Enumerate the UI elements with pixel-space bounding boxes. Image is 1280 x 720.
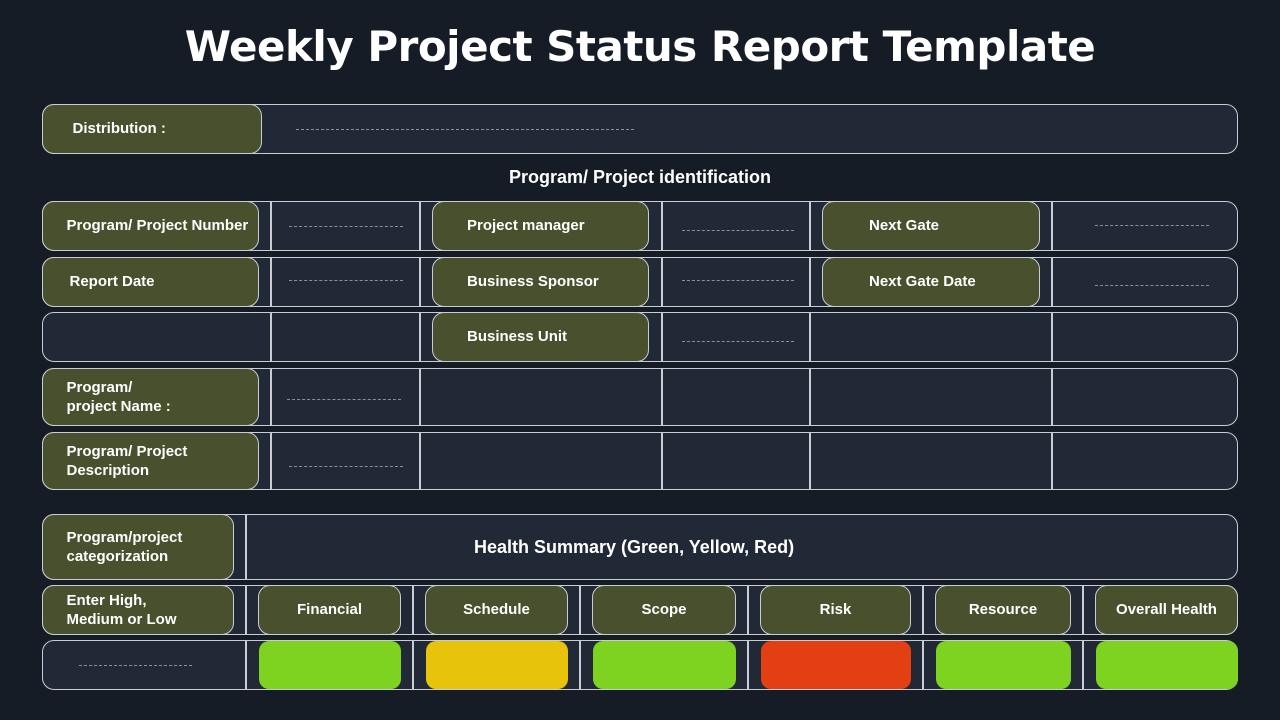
next-gate-date-field[interactable]	[1095, 285, 1209, 286]
entry-label-text: Enter High, Medium or Low	[66, 591, 177, 628]
project-manager-label-text: Project manager	[467, 217, 585, 234]
id-row-1: Program/ Project Number Project manager …	[41, 200, 1238, 251]
business-unit-label-text: Business Unit	[467, 328, 568, 345]
divider	[412, 586, 414, 634]
divider	[809, 369, 811, 425]
risk-label: Risk	[760, 584, 911, 635]
business-sponsor-field[interactable]	[682, 280, 794, 281]
divider	[1051, 313, 1053, 361]
divider	[270, 369, 272, 425]
next-gate-date-label-text: Next Gate Date	[869, 273, 976, 290]
divider	[270, 433, 272, 489]
project-name-label-text: Program/ project Name :	[66, 378, 171, 415]
divider	[579, 641, 581, 689]
id-row-2: Report Date Business Sponsor Next Gate D…	[41, 256, 1238, 307]
categorization-label-text: Program/project categorization	[66, 528, 183, 565]
divider	[245, 515, 247, 579]
report-date-label-text: Report Date	[69, 273, 155, 290]
divider	[661, 313, 663, 361]
divider	[419, 313, 421, 361]
health-summary-title: Health Summary (Green, Yellow, Red)	[474, 537, 795, 557]
next-gate-field[interactable]	[1095, 225, 1209, 226]
id-row-5: Program/ Project Description	[41, 431, 1238, 490]
business-unit-field[interactable]	[682, 341, 794, 342]
divider	[419, 369, 421, 425]
divider	[412, 641, 414, 689]
divider	[747, 586, 749, 634]
report-date-label: Report Date	[41, 256, 259, 307]
divider	[1082, 586, 1084, 634]
distribution-label: Distribution :	[41, 103, 262, 154]
divider	[661, 369, 663, 425]
divider	[1082, 641, 1084, 689]
overall-health-status[interactable]	[1096, 641, 1238, 689]
business-sponsor-label-text: Business Sponsor	[467, 273, 599, 290]
divider	[419, 433, 421, 489]
distribution-label-text: Distribution :	[72, 120, 166, 137]
risk-status[interactable]	[761, 641, 911, 689]
report-date-field[interactable]	[289, 280, 403, 281]
distribution-field[interactable]	[296, 129, 634, 130]
project-name-field[interactable]	[287, 399, 401, 400]
next-gate-label-text: Next Gate	[869, 217, 940, 234]
next-gate-label: Next Gate	[822, 200, 1040, 251]
divider	[419, 258, 421, 306]
divider	[270, 258, 272, 306]
divider	[747, 641, 749, 689]
financial-label: Financial	[258, 584, 401, 635]
next-gate-date-label: Next Gate Date	[822, 256, 1040, 307]
scope-status[interactable]	[593, 641, 736, 689]
resource-label: Resource	[935, 584, 1071, 635]
project-manager-field[interactable]	[682, 230, 794, 231]
project-number-field[interactable]	[289, 226, 403, 227]
project-number-label-text: Program/ Project Number	[66, 217, 249, 234]
business-sponsor-label: Business Sponsor	[432, 256, 649, 307]
divider	[579, 586, 581, 634]
divider	[922, 586, 924, 634]
project-description-label: Program/ Project Description	[41, 431, 259, 490]
project-name-label: Program/ project Name :	[41, 367, 259, 426]
divider	[1051, 369, 1053, 425]
page-title: Weekly Project Status Report Template	[184, 22, 1096, 71]
divider	[419, 202, 421, 250]
financial-status[interactable]	[259, 641, 401, 689]
health-status-row	[42, 640, 1238, 690]
divider	[245, 586, 247, 634]
identification-heading: Program/ Project identification	[508, 167, 772, 187]
business-unit-label: Business Unit	[432, 311, 649, 362]
divider	[922, 641, 924, 689]
scope-label: Scope	[592, 584, 736, 635]
divider	[245, 641, 247, 689]
categorization-row: Program/project categorization Health Su…	[41, 513, 1238, 580]
entry-label: Enter High, Medium or Low	[41, 584, 234, 635]
resource-status[interactable]	[936, 641, 1071, 689]
id-row-3: Business Unit	[42, 311, 1238, 362]
id-row-4: Program/ project Name :	[41, 367, 1238, 426]
divider	[661, 202, 663, 250]
project-manager-label: Project manager	[432, 200, 649, 251]
overall-health-label: Overall Health	[1095, 584, 1238, 635]
divider	[270, 202, 272, 250]
project-number-label: Program/ Project Number	[41, 200, 259, 251]
divider	[809, 258, 811, 306]
divider	[661, 258, 663, 306]
health-labels-row: Enter High, Medium or Low Financial Sche…	[41, 584, 1238, 635]
divider	[1051, 433, 1053, 489]
divider	[809, 433, 811, 489]
distribution-row: Distribution :	[41, 103, 1238, 154]
divider	[809, 313, 811, 361]
schedule-status[interactable]	[426, 641, 568, 689]
project-description-label-text: Program/ Project Description	[66, 442, 188, 479]
divider	[661, 433, 663, 489]
categorization-label: Program/project categorization	[41, 513, 234, 580]
schedule-label: Schedule	[425, 584, 568, 635]
project-description-field[interactable]	[289, 466, 403, 467]
divider	[1051, 202, 1053, 250]
divider	[270, 313, 272, 361]
entry-field[interactable]	[79, 665, 192, 666]
divider	[1051, 258, 1053, 306]
divider	[809, 202, 811, 250]
